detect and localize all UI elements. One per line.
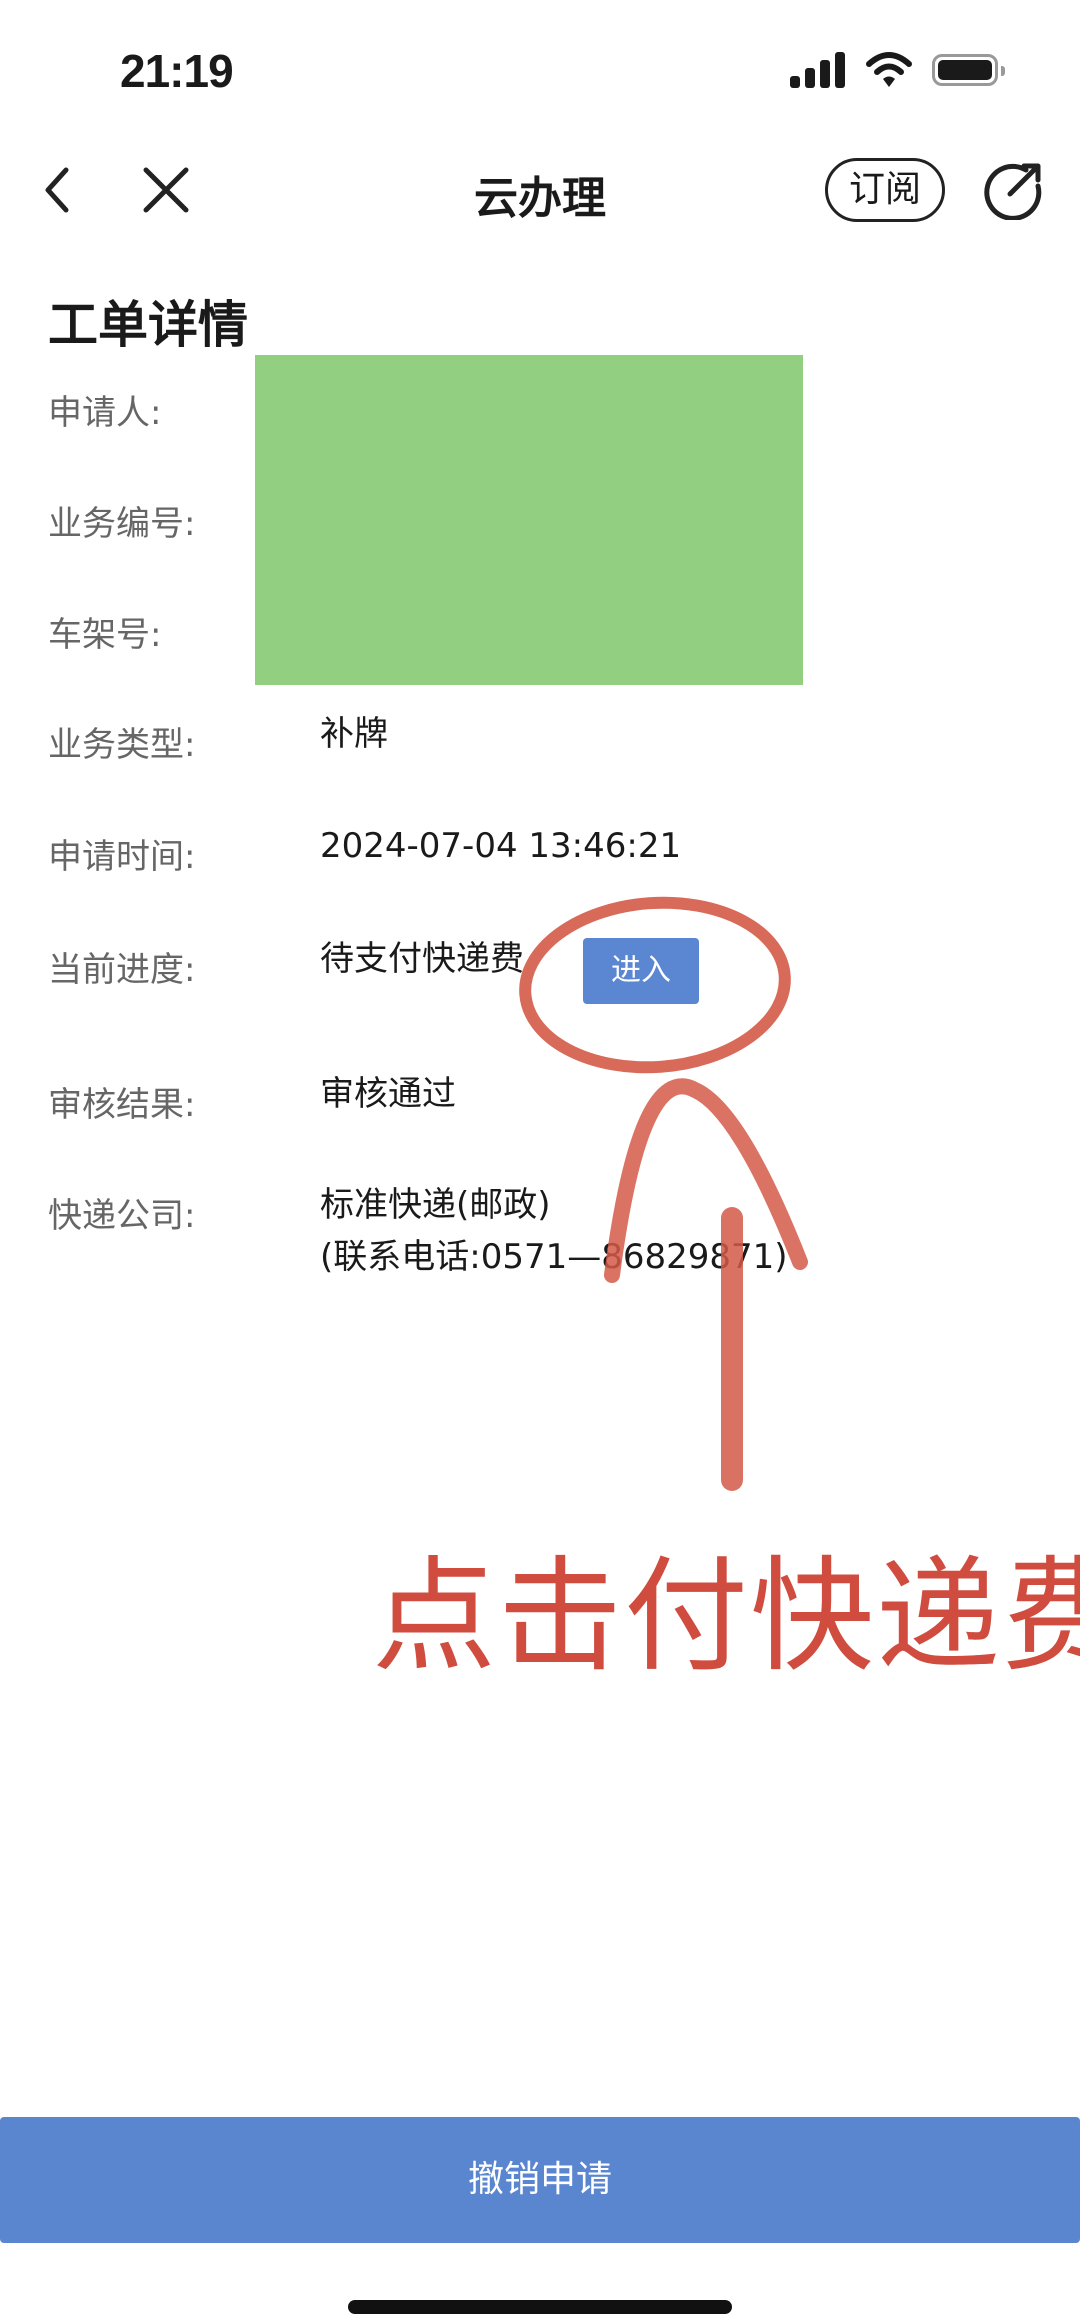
status-bar: 21:19 <box>0 0 1080 140</box>
field-value: 补牌 <box>320 714 388 754</box>
field-label: 当前进度: <box>48 950 196 990</box>
share-icon[interactable] <box>984 160 1044 220</box>
status-time: 21:19 <box>120 45 234 97</box>
home-indicator <box>348 2300 732 2314</box>
wifi-icon <box>866 52 912 87</box>
field-value: 2024-07-04 13:46:21 <box>320 826 682 866</box>
courier-phone: (联系电话:0571—86829871) <box>320 1237 788 1277</box>
field-label: 审核结果: <box>48 1085 196 1125</box>
battery-icon <box>932 54 1005 86</box>
field-value: 待支付快递费 <box>320 939 524 979</box>
subscribe-button[interactable]: 订阅 <box>825 158 945 222</box>
redaction-block <box>255 355 803 685</box>
field-label: 申请人: <box>48 393 162 433</box>
cancel-application-button[interactable]: 撤销申请 <box>0 2117 1080 2243</box>
field-label: 快递公司: <box>48 1196 196 1236</box>
page-title: 工单详情 <box>48 296 248 354</box>
annotation-text: 点击付快递费 <box>372 1545 1080 1689</box>
field-value: 审核通过 <box>320 1074 456 1114</box>
cellular-signal-icon <box>790 52 846 88</box>
field-value: 标准快递(邮政) <box>320 1185 551 1225</box>
field-label: 业务类型: <box>48 725 196 765</box>
field-label: 业务编号: <box>48 504 196 544</box>
nav-bar: 云办理 订阅 <box>0 140 1080 240</box>
enter-button[interactable]: 进入 <box>583 938 699 1004</box>
field-label: 申请时间: <box>48 837 196 877</box>
field-label: 车架号: <box>48 615 162 655</box>
